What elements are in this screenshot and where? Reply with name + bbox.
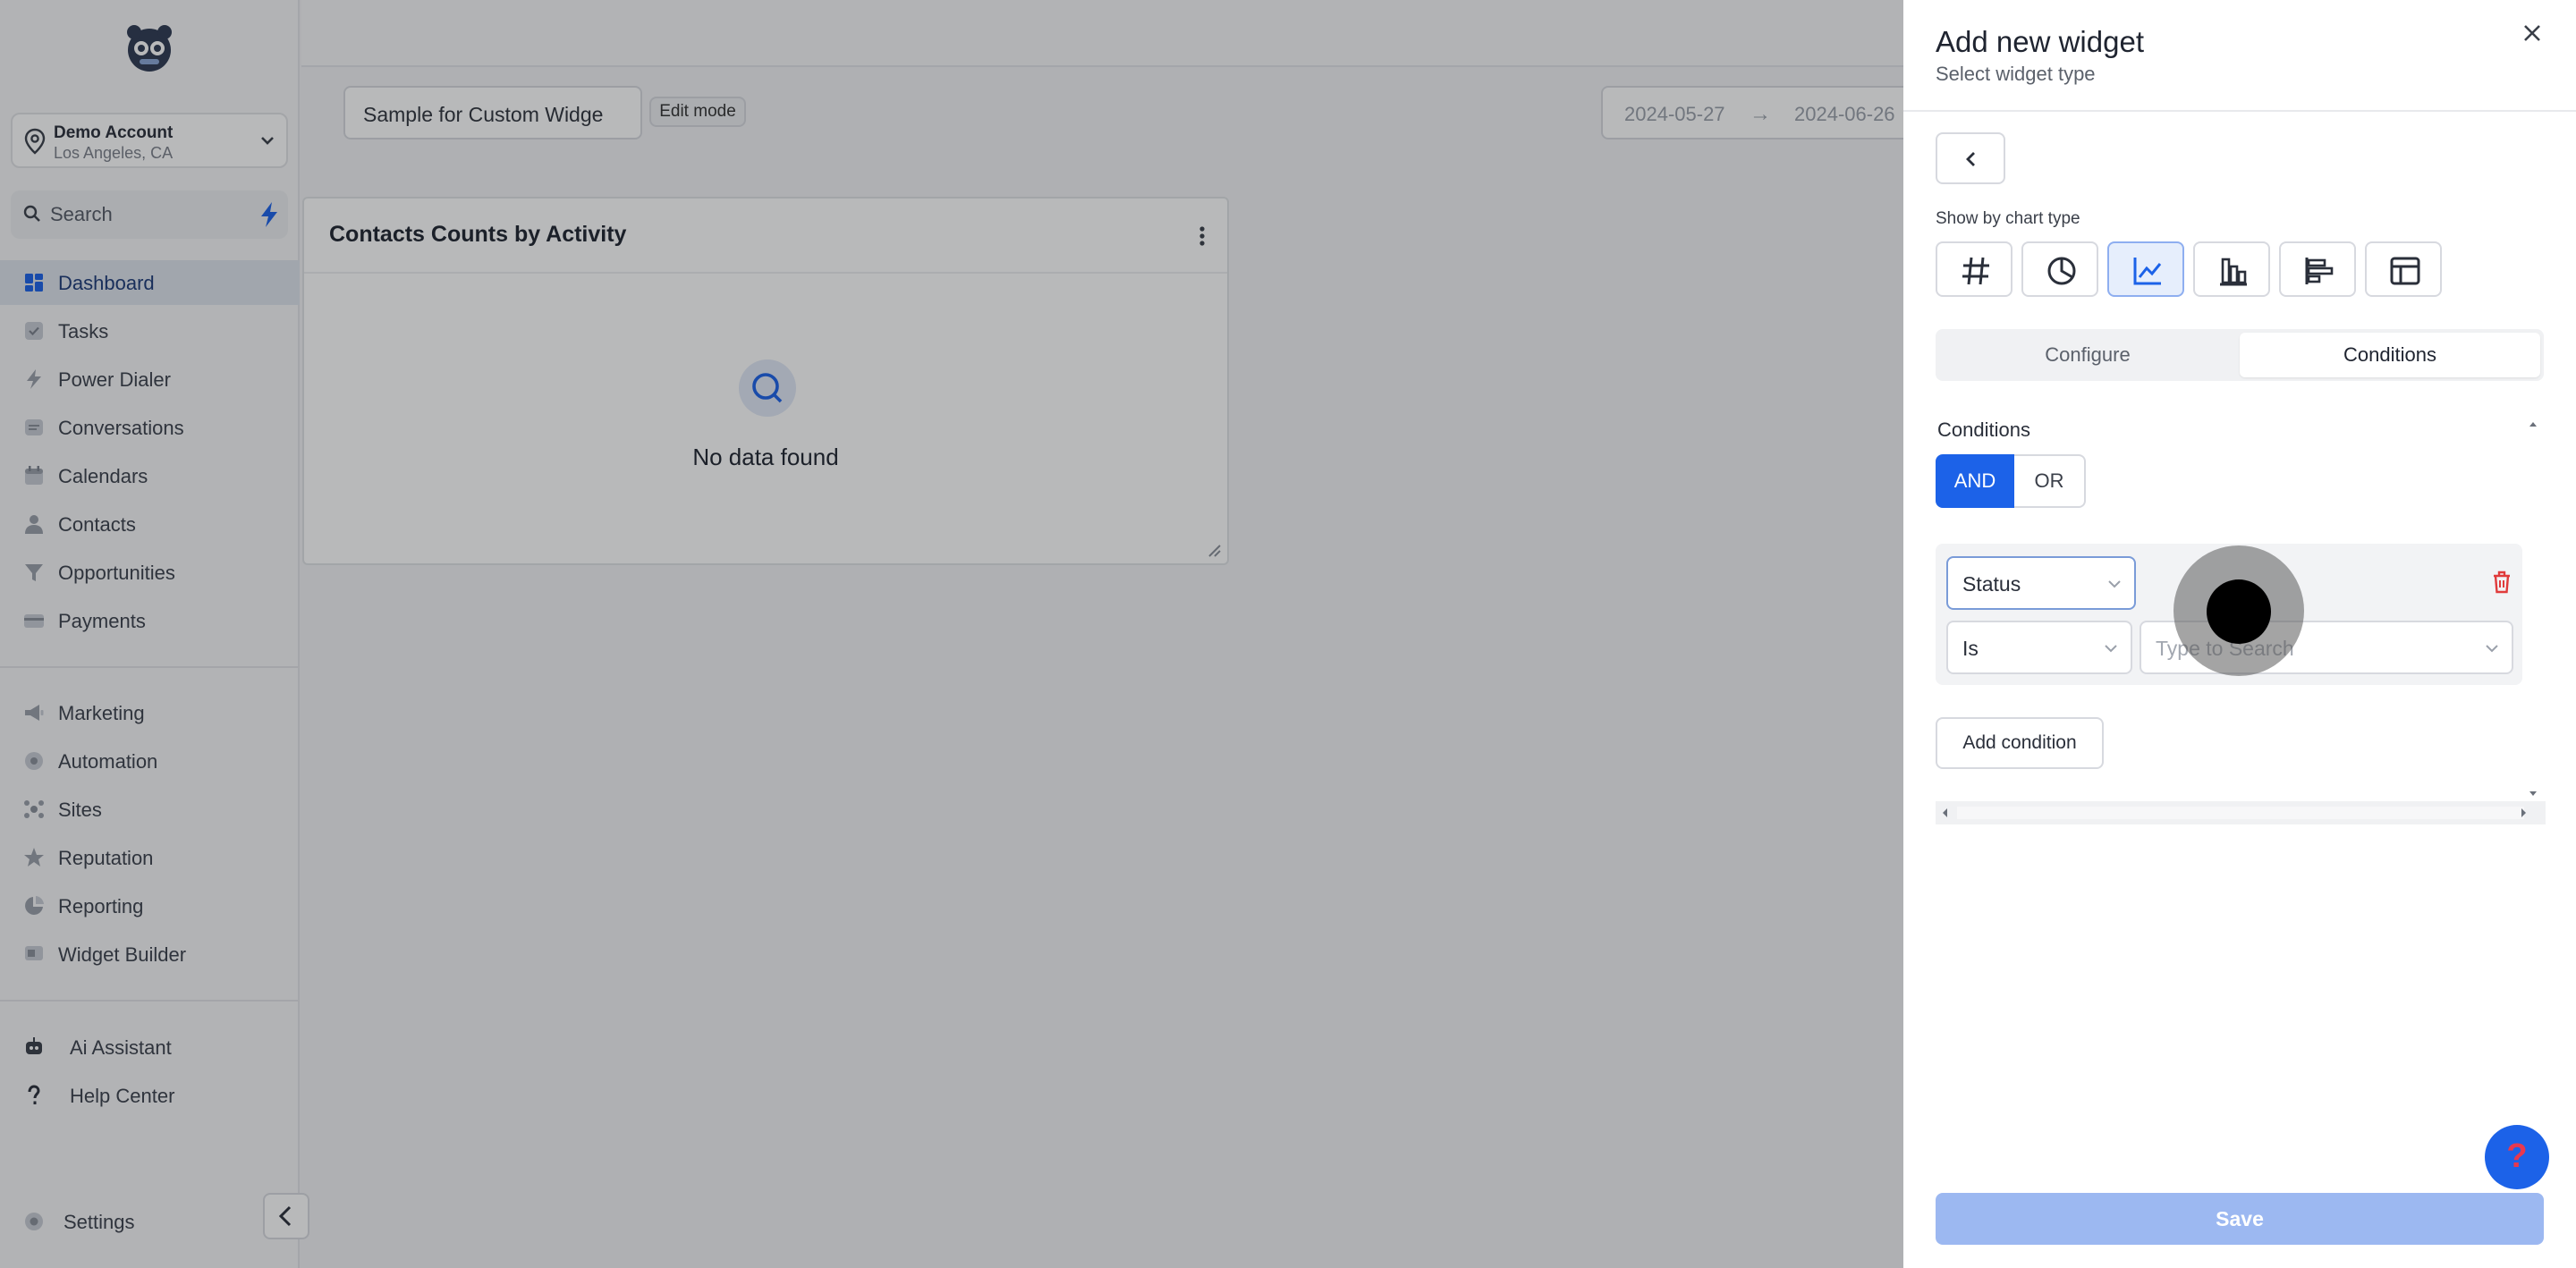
chart-type-table[interactable] [2365, 241, 2442, 297]
bar-chart-icon [2220, 258, 2247, 286]
back-button[interactable] [1936, 132, 2005, 184]
and-toggle-button[interactable]: AND [1936, 454, 2014, 508]
or-toggle-button[interactable]: OR [2014, 454, 2086, 508]
modal-backdrop[interactable] [0, 0, 1903, 1268]
drawer-header-divider [1903, 110, 2576, 112]
chart-type-number[interactable] [1936, 241, 2012, 297]
chevron-left-icon [1966, 152, 1975, 166]
scrollbar-thumb[interactable] [1957, 807, 2524, 819]
condition-operator-value: Is [1962, 637, 1979, 660]
save-button[interactable]: Save [1936, 1193, 2544, 1245]
chevron-down-icon [2486, 645, 2498, 653]
chart-type-horizontal-bar[interactable] [2279, 241, 2356, 297]
table-icon [2390, 257, 2420, 285]
drawer-subtitle: Select widget type [1936, 63, 2096, 85]
scroll-left-icon[interactable] [1939, 801, 1952, 824]
pie-chart-icon [2047, 257, 2076, 285]
horizontal-bar-icon [2305, 258, 2334, 284]
chart-type-label: Show by chart type [1936, 209, 2080, 228]
chevron-down-icon [2105, 645, 2117, 653]
tab-conditions[interactable]: Conditions [2240, 333, 2540, 377]
help-widget-button[interactable]: ? [2485, 1125, 2549, 1189]
chart-type-line[interactable] [2107, 241, 2184, 297]
delete-condition-icon[interactable] [2492, 571, 2512, 594]
drawer-title: Add new widget [1936, 25, 2144, 58]
condition-field-value: Status [1962, 572, 2021, 596]
cursor-dot [2207, 579, 2271, 644]
line-chart-icon [2133, 258, 2162, 285]
add-condition-button[interactable]: Add condition [1936, 717, 2104, 769]
question-icon: ? [2506, 1137, 2528, 1175]
close-icon[interactable] [2522, 23, 2542, 43]
hash-icon [1962, 257, 1989, 285]
tab-configure[interactable]: Configure [1939, 333, 2236, 377]
condition-field-select[interactable]: Status [1946, 556, 2136, 610]
chart-type-bar[interactable] [2193, 241, 2270, 297]
conditions-heading: Conditions [1937, 418, 2030, 441]
scroll-right-icon[interactable] [2517, 801, 2529, 824]
chevron-down-icon [2108, 580, 2121, 588]
vertical-scrollbar[interactable] [2521, 418, 2546, 799]
chart-type-pie[interactable] [2021, 241, 2098, 297]
condition-operator-select[interactable]: Is [1946, 621, 2132, 674]
horizontal-scrollbar[interactable] [1936, 801, 2546, 824]
drawer-tabs: Configure Conditions [1936, 329, 2544, 381]
